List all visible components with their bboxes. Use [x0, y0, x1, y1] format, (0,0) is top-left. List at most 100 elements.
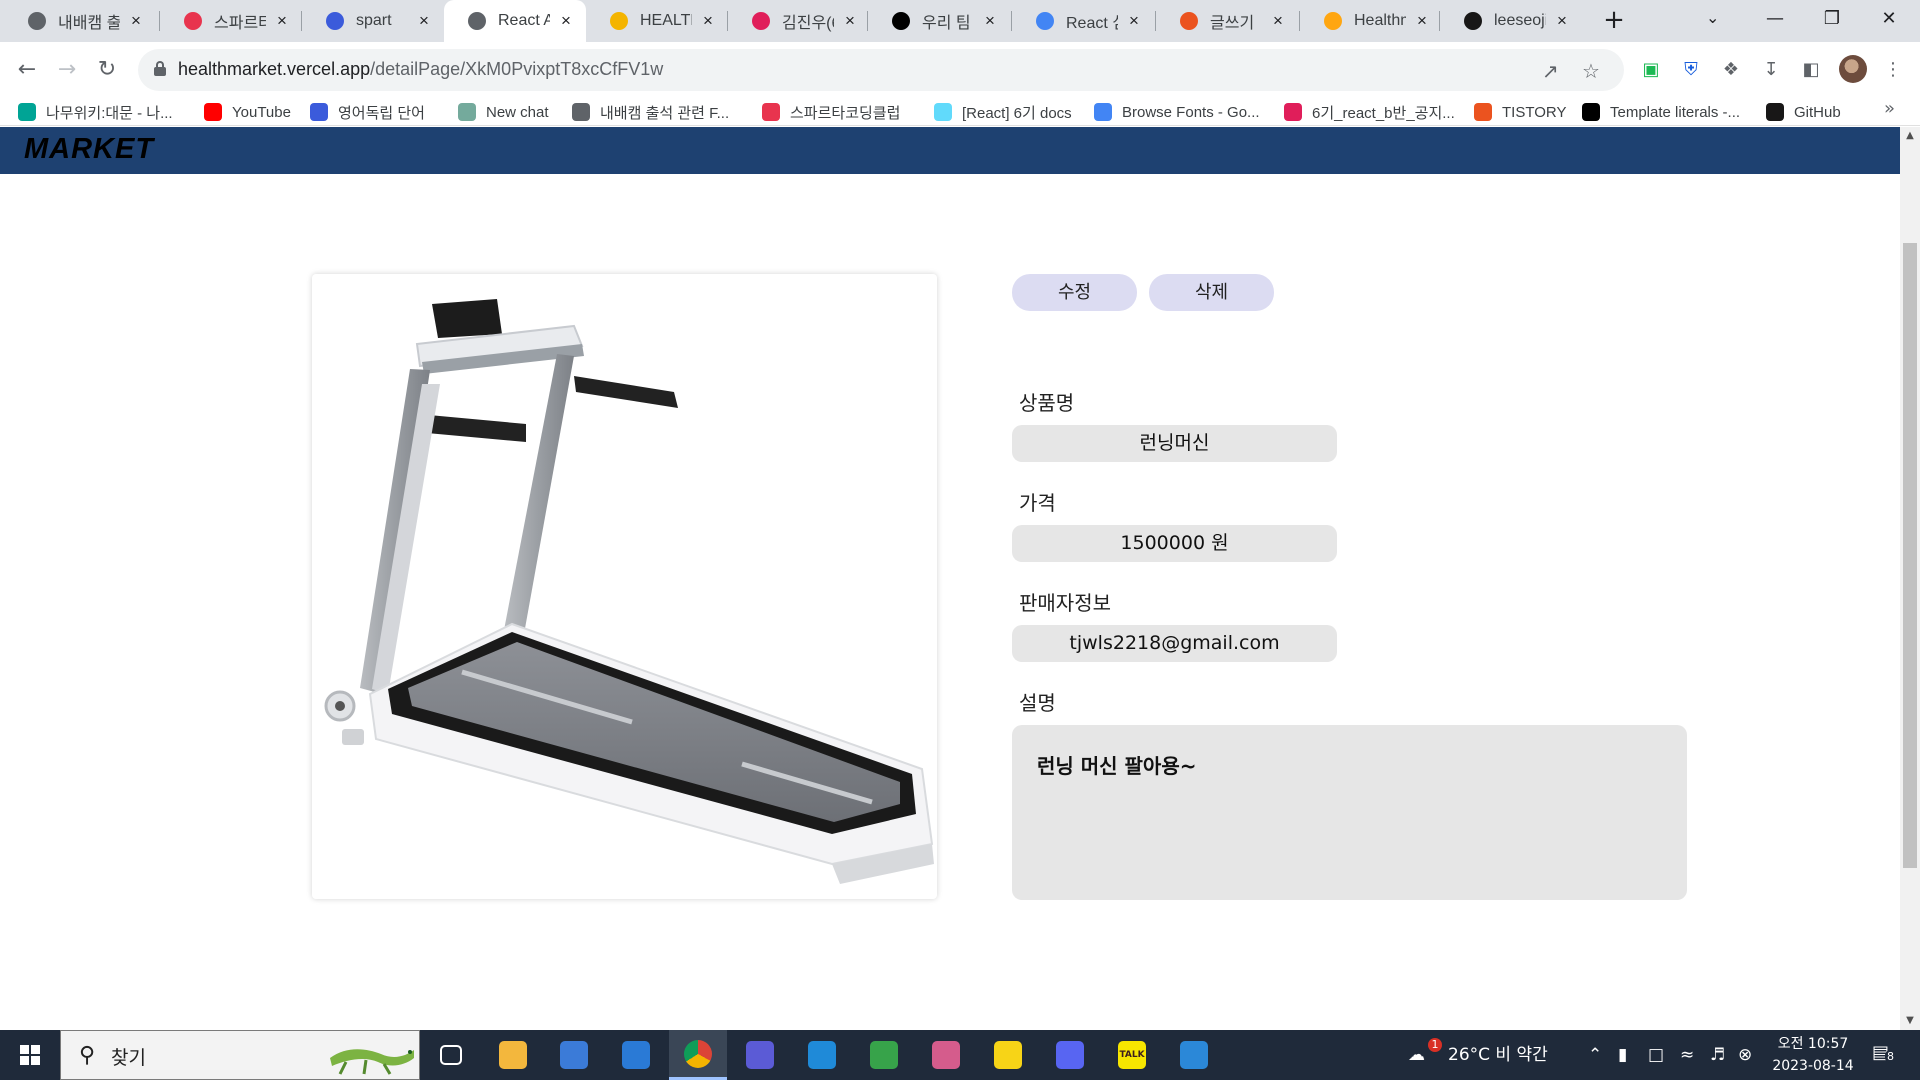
wifi-icon[interactable]: ≈ [1680, 1030, 1694, 1080]
scroll-up-arrow-icon[interactable]: ▲ [1900, 127, 1920, 145]
page-scrollbar[interactable]: ▲ ▼ [1900, 127, 1920, 1030]
tab-title: 내배캠 출 [58, 15, 120, 32]
address-bar[interactable]: healthmarket.vercel.app/detailPage/XkM0P… [138, 49, 1624, 91]
bookmark-item[interactable]: [React] 6기 docs [934, 100, 1072, 124]
new-tab-button[interactable]: + [1599, 6, 1629, 36]
clock-date: 2023-08-14 [1772, 1058, 1854, 1074]
extensions-puzzle-icon[interactable]: ❖ [1720, 59, 1742, 81]
scroll-down-arrow-icon[interactable]: ▼ [1900, 1012, 1920, 1030]
bookmark-item[interactable]: Browse Fonts - Go... [1094, 100, 1260, 124]
bookmark-item[interactable]: GitHub [1766, 100, 1841, 124]
tab-close-icon[interactable]: × [556, 11, 576, 31]
scroll-thumb[interactable] [1903, 243, 1917, 868]
browser-tab[interactable]: 우리 팀 × [868, 0, 1010, 42]
windows-logo-icon [20, 1045, 40, 1065]
taskbar-app[interactable] [422, 1030, 480, 1080]
edit-button[interactable]: 수정 [1012, 274, 1137, 311]
tab-close-icon[interactable]: × [1412, 11, 1432, 31]
bookmark-star-icon[interactable]: ☆ [1582, 59, 1600, 83]
tab-close-icon[interactable]: × [1552, 11, 1572, 31]
mic-off-icon[interactable]: ⊗ [1738, 1030, 1752, 1080]
bookmark-item[interactable]: TISTORY [1474, 100, 1566, 124]
taskbar-app[interactable]: TALK [1103, 1030, 1161, 1080]
download-icon[interactable]: ↧ [1760, 59, 1782, 81]
browser-tab[interactable]: spart × [302, 0, 444, 42]
taskbar-app[interactable] [979, 1030, 1037, 1080]
taskbar-app[interactable] [731, 1030, 789, 1080]
taskbar-app[interactable] [669, 1030, 727, 1080]
browser-tab[interactable]: 글쓰기 × [1156, 0, 1298, 42]
chrome-icon [684, 1039, 712, 1068]
browser-tab[interactable]: 김진우(6 × [728, 0, 870, 42]
bookmark-item[interactable]: 영어독립 단어 [310, 100, 425, 124]
tab-close-icon[interactable]: × [698, 11, 718, 31]
restore-button[interactable]: ❐ [1805, 0, 1859, 42]
share-icon[interactable]: ↗ [1542, 59, 1559, 83]
git-icon [870, 1041, 898, 1069]
taskbar-app[interactable] [917, 1030, 975, 1080]
meet-icon[interactable]: □ [1648, 1030, 1664, 1080]
side-panel-icon[interactable]: ◧ [1800, 59, 1822, 81]
site-logo[interactable]: MARKET [24, 133, 154, 166]
browser-tab[interactable]: leeseojin × [1440, 0, 1582, 42]
taskbar-app[interactable] [545, 1030, 603, 1080]
profile-avatar[interactable] [1839, 55, 1867, 83]
taskbar-app[interactable] [607, 1030, 665, 1080]
tab-title: React 심 [1066, 15, 1118, 32]
extension-screen-icon[interactable]: ▣ [1640, 59, 1662, 81]
menu-kebab-icon[interactable]: ⋮ [1882, 59, 1904, 81]
browser-tab[interactable]: 내배캠 출 × [4, 0, 156, 42]
taskbar-app[interactable] [1165, 1030, 1223, 1080]
back-button[interactable]: ← [9, 52, 45, 88]
battery-icon[interactable]: ▮ [1618, 1030, 1627, 1080]
tab-close-icon[interactable]: × [840, 11, 860, 31]
kakaotalk-icon: TALK [1118, 1041, 1146, 1069]
tab-title: Healthm [1354, 12, 1406, 29]
photos-icon [1180, 1041, 1208, 1069]
tab-separator [1011, 11, 1012, 31]
bookmark-item[interactable]: 내배캠 출석 관련 F... [572, 100, 729, 124]
minimize-button[interactable]: — [1748, 0, 1802, 42]
taskbar-app[interactable] [484, 1030, 542, 1080]
tab-close-icon[interactable]: × [1268, 11, 1288, 31]
tab-close-icon[interactable]: × [1124, 11, 1144, 31]
tab-title: leeseojin [1494, 12, 1546, 29]
more-bookmarks-button[interactable]: » [1884, 98, 1895, 119]
tab-close-icon[interactable]: × [980, 11, 1000, 31]
forward-button[interactable]: → [49, 52, 85, 88]
close-window-button[interactable]: ✕ [1862, 0, 1916, 42]
browser-tab[interactable]: Healthm × [1300, 0, 1442, 42]
bookmark-item[interactable]: 나무위키:대문 - 나... [18, 100, 173, 124]
browser-tab[interactable]: React 심 × [1012, 0, 1154, 42]
taskbar-search-box[interactable]: ⚲ 찾기 [60, 1030, 420, 1080]
tray-chevron-icon[interactable]: ⌃ [1588, 1030, 1602, 1080]
weather-text[interactable]: 26°C 비 약간 [1448, 1030, 1548, 1080]
taskbar-app[interactable] [793, 1030, 851, 1080]
bookmark-item[interactable]: Template literals -... [1582, 100, 1740, 124]
lock-icon[interactable] [154, 61, 166, 77]
delete-button[interactable]: 삭제 [1149, 274, 1274, 311]
bitwarden-shield-icon[interactable]: ⛨ [1680, 59, 1702, 81]
browser-tab[interactable]: React Ap × [444, 0, 586, 42]
browser-tab[interactable]: HEALTH × [586, 0, 728, 42]
bookmark-item[interactable]: YouTube [204, 100, 291, 124]
tab-title: 스파르타 [214, 15, 266, 32]
tab-separator [867, 11, 868, 31]
tab-close-icon[interactable]: × [272, 11, 292, 31]
notification-center-icon[interactable]: ▤ 8 [1872, 1042, 1898, 1068]
url-text[interactable]: healthmarket.vercel.app/detailPage/XkM0P… [178, 59, 663, 80]
tab-close-icon[interactable]: × [126, 11, 146, 31]
start-button[interactable] [0, 1030, 60, 1080]
reload-button[interactable]: ↻ [89, 52, 125, 88]
taskbar-app[interactable] [855, 1030, 913, 1080]
system-clock[interactable]: 오전 10:57 2023-08-14 [1758, 1033, 1868, 1077]
volume-icon[interactable]: ♬ [1710, 1030, 1725, 1080]
taskbar-app[interactable] [1041, 1030, 1099, 1080]
bookmark-item[interactable]: 6기_react_b반_공지... [1284, 100, 1455, 124]
bookmark-item[interactable]: New chat [458, 100, 549, 124]
tab-close-icon[interactable]: × [414, 11, 434, 31]
browser-tab[interactable]: 스파르타 × [160, 0, 302, 42]
bookmark-item[interactable]: 스파르타코딩클럽 [762, 100, 900, 124]
weather-icon[interactable]: ☁ [1408, 1030, 1425, 1080]
tab-search-chevron-icon[interactable]: ⌄ [1706, 8, 1719, 27]
